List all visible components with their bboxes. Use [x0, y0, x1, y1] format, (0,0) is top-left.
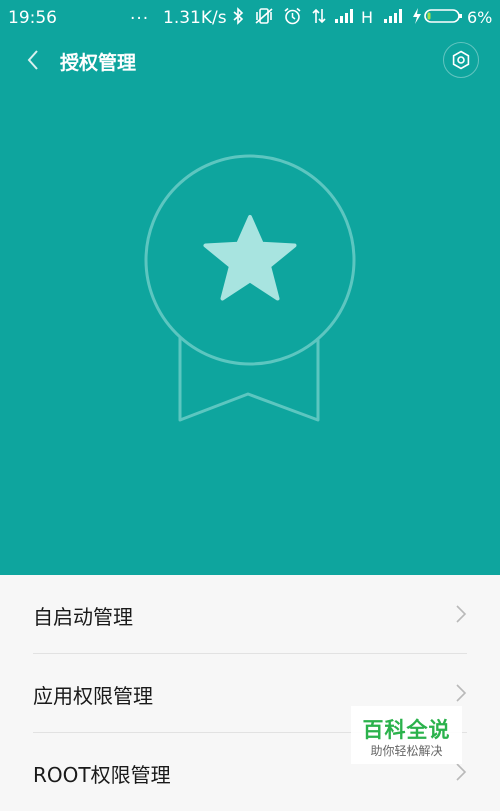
menu-item-label: 自启动管理 — [33, 605, 133, 629]
chevron-right-icon — [454, 603, 468, 629]
alarm-icon — [283, 7, 302, 30]
network-speed: 1.31K/s — [163, 8, 227, 28]
chevron-left-icon — [20, 50, 48, 78]
menu-item-auto-start[interactable]: 自启动管理 — [0, 575, 500, 653]
settings-button[interactable] — [443, 42, 479, 78]
more-notifications: ... — [130, 4, 150, 24]
data-arrows-icon — [311, 7, 327, 30]
watermark-logo: 百科全说 助你轻松解决 — [351, 706, 462, 764]
bluetooth-icon — [232, 7, 244, 30]
battery-icon — [424, 7, 464, 30]
title-bar: 授权管理 — [0, 36, 500, 84]
status-time: 19:56 — [8, 8, 57, 28]
watermark-subtitle: 助你轻松解决 — [370, 744, 443, 758]
signal-icon — [334, 7, 356, 30]
hero-banner: 19:56 ... 1.31K/s H 6% 授权管理 — [0, 0, 500, 575]
back-button[interactable] — [20, 46, 48, 74]
menu-item-label: ROOT权限管理 — [33, 763, 171, 787]
chevron-right-icon — [454, 761, 468, 787]
charging-icon — [412, 7, 422, 30]
battery-percent: 6% — [467, 8, 493, 27]
page-title: 授权管理 — [60, 52, 137, 74]
medal-star-icon — [140, 150, 360, 434]
vibrate-icon — [254, 7, 274, 30]
chevron-right-icon — [454, 682, 468, 708]
network-type: H — [361, 8, 374, 27]
watermark-title: 百科全说 — [362, 718, 451, 742]
signal-icon-2 — [383, 7, 405, 30]
status-bar: 19:56 ... 1.31K/s H 6% — [0, 0, 500, 36]
menu-item-label: 应用权限管理 — [33, 684, 153, 708]
